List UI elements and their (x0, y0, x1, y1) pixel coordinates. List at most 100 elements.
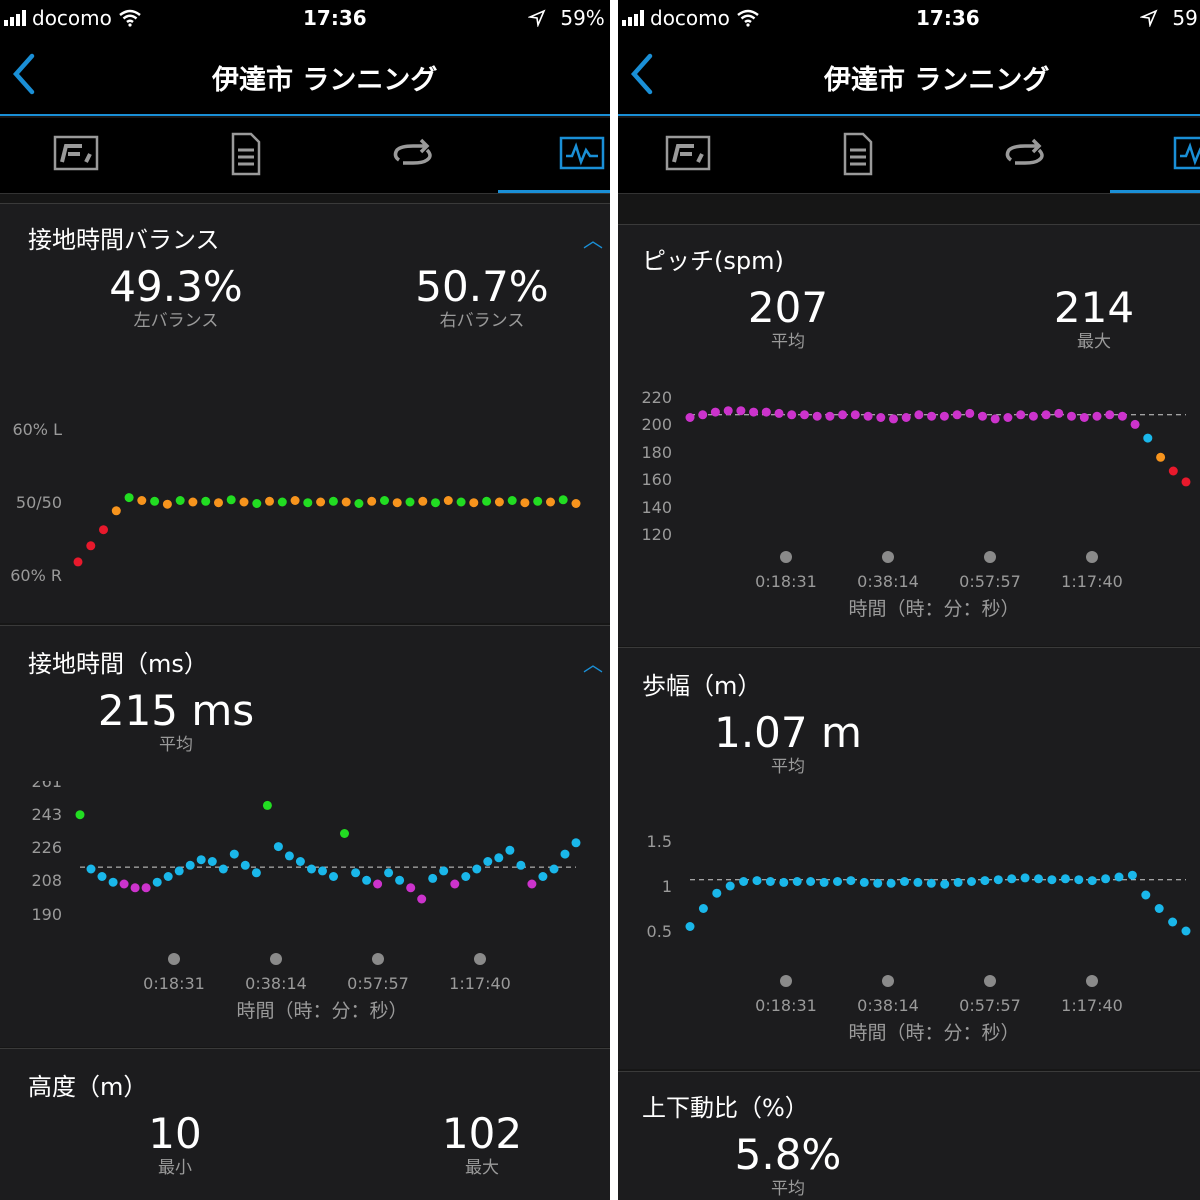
location-icon (527, 9, 546, 28)
data-point (1067, 411, 1076, 421)
data-point (73, 557, 83, 567)
cadence-max-stat: 214 最大 (1034, 285, 1154, 353)
x-tick-dot (984, 551, 996, 563)
data-point (196, 855, 206, 865)
data-point (99, 525, 108, 535)
data-point (765, 877, 775, 886)
details-icon[interactable] (221, 132, 269, 176)
battery-percent: 59 (1172, 6, 1198, 30)
data-point (380, 496, 389, 505)
data-point (571, 499, 581, 508)
data-point (174, 866, 184, 876)
data-point (340, 829, 349, 838)
data-point (295, 857, 305, 866)
data-point (901, 413, 911, 422)
x-tick-dot (168, 953, 180, 965)
data-point (252, 499, 262, 508)
data-point (207, 857, 217, 866)
data-point (1105, 410, 1115, 420)
data-point (560, 849, 570, 859)
data-point (927, 411, 937, 421)
elevation-max-value: 102 (441, 1109, 523, 1158)
data-point (137, 496, 147, 505)
elevation-min-stat: 10 最小 (115, 1111, 235, 1179)
data-point (1034, 874, 1043, 884)
data-point (833, 877, 842, 886)
data-point (124, 493, 134, 503)
data-point (1028, 411, 1038, 421)
vertical-ratio-value: 5.8% (734, 1130, 842, 1179)
data-point (86, 864, 96, 874)
data-point (913, 877, 923, 887)
data-point (262, 800, 272, 810)
data-point (329, 872, 338, 881)
data-point (318, 866, 327, 876)
data-point (752, 876, 762, 886)
wifi-icon (737, 9, 759, 27)
data-point (507, 496, 517, 505)
x-axis-label: 時間（時：分：秒） (848, 598, 1019, 620)
tab-bar (618, 118, 1200, 194)
data-point (712, 888, 722, 898)
data-point (516, 860, 526, 870)
data-point (953, 877, 963, 887)
data-point (1141, 890, 1151, 900)
data-point (505, 845, 515, 855)
data-point (163, 872, 173, 881)
back-icon[interactable] (6, 50, 46, 98)
data-point (819, 877, 829, 887)
x-axis-label: 時間（時：分：秒） (848, 1022, 1019, 1044)
data-point (108, 877, 118, 887)
data-point (152, 877, 162, 887)
status-time: 17:36 (303, 6, 367, 30)
details-icon[interactable] (833, 132, 881, 176)
battery-status: 59% (527, 6, 605, 30)
x-tick-label: 1:17:40 (1061, 996, 1123, 1015)
x-tick-dot (882, 551, 894, 563)
data-point (863, 411, 873, 421)
charts-icon[interactable] (1172, 132, 1200, 176)
data-point (384, 868, 394, 878)
data-point (806, 877, 816, 886)
back-icon[interactable] (624, 50, 664, 98)
data-point (886, 878, 896, 888)
data-point (341, 497, 351, 507)
collapse-chevron-icon[interactable]: ︿ (583, 648, 603, 677)
data-point (119, 879, 129, 889)
y-tick-label: 60% L (12, 420, 62, 439)
data-point (130, 883, 140, 893)
overview-icon[interactable] (664, 132, 712, 176)
laps-icon[interactable] (389, 132, 437, 176)
x-tick-dot (270, 953, 282, 965)
data-point (779, 877, 789, 887)
data-point (1054, 408, 1064, 418)
y-tick-label: 60% R (10, 566, 62, 585)
location-icon (1139, 9, 1158, 28)
data-point (859, 877, 869, 887)
x-tick-label: 0:38:14 (245, 974, 307, 993)
x-tick-label: 0:57:57 (959, 572, 1021, 591)
data-point (549, 864, 559, 874)
data-point (405, 497, 415, 507)
carrier-name: docomo (650, 6, 730, 30)
data-point (240, 860, 250, 870)
data-point (456, 497, 466, 507)
left-screen: docomo 17:36 59% 伊達市 ランニング 接地時間バランス ︿ 49… (0, 0, 610, 1200)
laps-icon[interactable] (1001, 132, 1049, 176)
y-tick-label: 180 (641, 443, 672, 462)
page-title: 伊達市 ランニング (824, 65, 1050, 96)
x-tick-dot (474, 953, 486, 965)
gct-balance-card: 接地時間バランス ︿ 49.3% 左バランス 50.7% 右バランス 60% L… (0, 203, 610, 623)
stride-avg-label: 平均 (771, 757, 805, 777)
charts-icon[interactable] (558, 132, 606, 176)
x-tick-label: 1:17:40 (449, 974, 511, 993)
data-point (367, 496, 377, 506)
cadence-max-label: 最大 (1077, 332, 1111, 352)
battery-status: 59 (1139, 6, 1198, 30)
data-point (967, 877, 976, 886)
overview-icon[interactable] (52, 132, 100, 176)
data-point (1101, 874, 1111, 884)
data-point (494, 853, 504, 863)
data-point (1156, 452, 1166, 462)
collapse-chevron-icon[interactable]: ︿ (583, 224, 603, 253)
